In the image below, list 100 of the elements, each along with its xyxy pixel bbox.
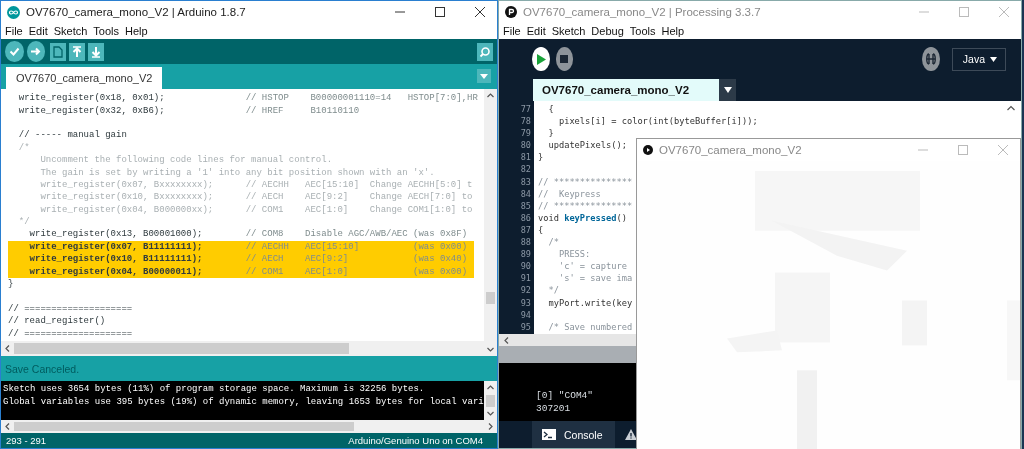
scroll-left-icon[interactable]	[4, 345, 11, 352]
scroll-down-icon[interactable]	[487, 346, 494, 353]
code-comment: write_register(0x10, Bxxxxxxxx);	[39, 192, 215, 203]
console-line: Sketch uses 3654 bytes (11%) of program storage space. Maximum is 32256 bytes.	[3, 383, 426, 396]
code-comment: /*	[17, 142, 30, 153]
menu-item[interactable]: Edit	[25, 25, 51, 37]
vertical-scrollbar[interactable]	[484, 89, 497, 356]
scroll-up-icon[interactable]	[487, 92, 494, 99]
stop-icon	[560, 55, 569, 63]
open-button[interactable]	[69, 42, 86, 61]
code-comment: // HSTOP B00000001110=14 HSTOP[7:0],HR	[245, 93, 478, 104]
code-comment: The gain is set by writing a '1' into any bit position shown with an 'x'.	[39, 167, 435, 178]
serial-monitor-button[interactable]	[477, 42, 494, 61]
code-comment: Uncomment the following code lines for manual control.	[39, 155, 333, 166]
scroll-right-icon[interactable]	[487, 423, 494, 430]
cursor-position: 293 - 291	[6, 435, 47, 446]
page-icon	[53, 45, 64, 58]
menu-item[interactable]: Tools	[90, 25, 123, 37]
scrollbar-thumb[interactable]	[486, 291, 495, 304]
code-text: }	[538, 152, 544, 163]
window-title: OV7670_camera_mono_V2	[659, 144, 803, 156]
menu-item[interactable]: Sketch	[548, 25, 589, 37]
right-arrow-icon	[30, 46, 42, 57]
app-logo-icon	[505, 6, 517, 18]
scrollbar-thumb[interactable]	[486, 394, 495, 407]
scroll-left-icon[interactable]	[4, 423, 11, 430]
code-text: {	[538, 225, 544, 235]
scroll-up-icon[interactable]	[487, 384, 494, 391]
maximize-icon	[959, 7, 969, 17]
line-number: 88	[520, 236, 531, 249]
line-number: 91	[520, 272, 531, 285]
menu-item[interactable]: Sketch	[50, 25, 91, 37]
upload-button[interactable]	[26, 41, 46, 62]
down-arrow-icon	[91, 45, 102, 58]
tab-menu-button[interactable]	[719, 79, 737, 101]
line-number: 85	[520, 199, 531, 212]
code-text: myPort.write(key	[547, 297, 633, 308]
menu-item[interactable]: File	[500, 25, 524, 37]
save-button[interactable]	[88, 42, 105, 61]
code-comment: // AECHH AEC[15:10] Change AECHH[5:0] t	[245, 179, 473, 190]
maximize-icon	[435, 7, 445, 17]
line-number: 90	[520, 260, 531, 273]
scroll-left-icon[interactable]	[503, 336, 510, 344]
infinity-logo-icon	[7, 5, 20, 19]
menu-item[interactable]: Debug	[588, 25, 627, 37]
code-comment: // COM1 AEC[1:0] Change COM1[1:0] to	[245, 204, 473, 215]
scrollbar-thumb[interactable]	[14, 421, 354, 432]
warning-icon	[624, 429, 637, 440]
menu-item[interactable]: Tools	[626, 25, 659, 37]
editor-tab[interactable]: OV7670_camera_mono_V2	[533, 79, 720, 101]
close-icon	[998, 145, 1008, 155]
scroll-up-icon[interactable]	[1007, 105, 1015, 111]
close-icon	[999, 7, 1009, 17]
code-comment: 'c' = capture	[557, 261, 627, 272]
stop-button[interactable]	[555, 47, 574, 71]
editor-tab[interactable]: OV7670_camera_mono_V2	[6, 67, 163, 89]
console-line: 307201	[536, 402, 572, 415]
mode-dropdown[interactable]: Java	[951, 47, 1006, 71]
code-text: // ----- manual gain	[17, 130, 127, 141]
scrollbar-thumb[interactable]	[14, 343, 349, 354]
magnifier-icon	[479, 45, 492, 58]
menu-item[interactable]: Help	[122, 25, 151, 37]
caret-icon	[480, 73, 488, 79]
line-number: 86	[520, 211, 531, 224]
menu-item[interactable]: Help	[658, 25, 688, 37]
horizontal-scrollbar[interactable]	[1, 420, 497, 433]
code-comment: // AECH AEC[9:2] (was 0x40)	[245, 254, 468, 265]
butterfly-icon	[924, 52, 938, 66]
code-text: write_register(0x13, B00001000);	[28, 229, 204, 240]
line-number: 84	[520, 187, 531, 200]
new-file-button[interactable]	[50, 42, 67, 61]
menu-item[interactable]: Edit	[523, 25, 549, 37]
code-text: // ====================	[8, 303, 133, 314]
menu-item[interactable]: File	[2, 25, 26, 37]
console-tab[interactable]: Console	[532, 421, 615, 448]
checkmark-icon	[8, 46, 20, 57]
line-number: 77	[520, 103, 531, 116]
code-text: write_register(0x18, 0x01);	[17, 93, 166, 104]
code-comment: PRESS:	[557, 249, 591, 260]
code-comment: write_register(0x04, B000000xx);	[39, 204, 215, 215]
code-comment: // ***************	[538, 176, 633, 187]
code-text: write_register(0x07, B11111111);	[28, 241, 204, 252]
verify-button[interactable]	[5, 41, 24, 62]
console-line: Global variables use 395 bytes (19%) of dynamic memory, leaving 1653 bytes for local vari	[3, 395, 484, 408]
vertical-scrollbar[interactable]	[484, 381, 497, 420]
line-number: 94	[520, 308, 531, 321]
app-logo-icon	[643, 145, 653, 155]
scroll-down-icon[interactable]	[487, 410, 494, 417]
terminal-icon	[542, 429, 556, 440]
debugger-button[interactable]	[922, 47, 940, 71]
code-comment: */	[17, 217, 30, 228]
code-comment: // COM1 AEC[1:0] (was 0x00)	[245, 266, 468, 277]
horizontal-scrollbar[interactable]	[1, 341, 484, 356]
code-text: {	[547, 104, 554, 115]
code-text: }	[547, 128, 554, 139]
code-comment: // HREF B10110110	[245, 105, 360, 116]
run-button[interactable]	[532, 47, 550, 71]
line-number: 81	[520, 151, 531, 164]
console-line: [0] "COM4"	[536, 389, 594, 402]
up-arrow-icon	[72, 45, 83, 58]
